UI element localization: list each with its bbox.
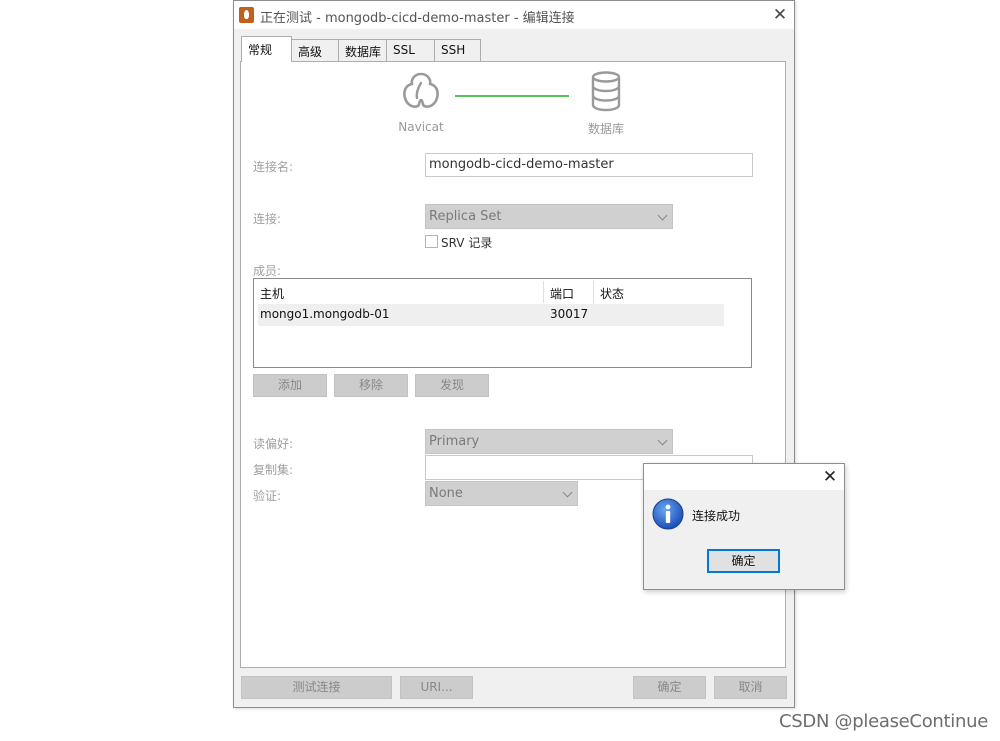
srv-record-checkbox[interactable] xyxy=(425,235,438,248)
close-icon[interactable]: ✕ xyxy=(769,4,791,26)
authentication-label: 验证: xyxy=(253,489,282,503)
column-header-host[interactable]: 主机 xyxy=(254,281,542,303)
window-title: 正在测试 - mongodb-cicd-demo-master - 编辑连接 xyxy=(260,11,575,26)
read-preference-select[interactable]: Primary xyxy=(425,429,673,454)
tab-ssh[interactable]: SSH xyxy=(434,39,481,61)
edit-connection-window: 正在测试 - mongodb-cicd-demo-master - 编辑连接 ✕… xyxy=(233,0,795,708)
ok-button[interactable]: 确定 xyxy=(633,676,706,699)
dialog-message: 连接成功 xyxy=(692,509,741,523)
chevron-down-icon xyxy=(657,210,668,221)
chevron-down-icon xyxy=(562,487,573,498)
connection-name-input[interactable]: mongodb-cicd-demo-master xyxy=(425,153,753,177)
connection-type-value: Replica Set xyxy=(429,209,502,224)
column-header-port[interactable]: 端口 xyxy=(544,281,592,303)
database-label: 数据库 xyxy=(587,122,624,136)
members-label: 成员: xyxy=(253,264,282,278)
watermark: CSDN @pleaseContinue xyxy=(779,711,988,732)
read-preference-value: Primary xyxy=(429,434,480,449)
dialog-ok-button[interactable]: 确定 xyxy=(707,549,780,573)
read-preference-label: 读偏好: xyxy=(253,437,294,451)
connection-type-select[interactable]: Replica Set xyxy=(425,204,673,229)
discover-members-button[interactable]: 发现 xyxy=(415,374,489,397)
member-host-cell: mongo1.mongodb-01 xyxy=(260,307,390,321)
authentication-select[interactable]: None xyxy=(425,481,578,506)
column-header-status[interactable]: 状态 xyxy=(594,281,722,303)
connection-status-line xyxy=(455,95,569,97)
replica-set-label: 复制集: xyxy=(253,463,294,477)
tab-advanced[interactable]: 高级 xyxy=(291,39,339,61)
member-port-cell: 30017 xyxy=(550,307,589,321)
srv-record-label: SRV 记录 xyxy=(441,236,493,250)
test-connection-button[interactable]: 测试连接 xyxy=(241,676,392,699)
cancel-button[interactable]: 取消 xyxy=(714,676,787,699)
info-icon xyxy=(652,498,684,530)
navicat-label: Navicat xyxy=(398,120,444,134)
tab-ssl[interactable]: SSL xyxy=(386,39,435,61)
dialog-title-bar: ✕ xyxy=(644,464,844,490)
chevron-down-icon xyxy=(657,435,668,446)
members-table: 主机 端口 状态 mongo1.mongodb-01 30017 xyxy=(253,278,752,368)
tab-database[interactable]: 数据库 xyxy=(338,39,387,61)
tab-general[interactable]: 常规 xyxy=(241,36,292,62)
navicat-logo-icon xyxy=(403,72,439,108)
uri-button[interactable]: URI... xyxy=(400,676,473,699)
connection-name-label: 连接名: xyxy=(253,160,294,174)
authentication-value: None xyxy=(429,486,463,501)
navicat-app-icon xyxy=(239,7,254,23)
connection-type-label: 连接: xyxy=(253,212,282,226)
add-member-button[interactable]: 添加 xyxy=(253,374,327,397)
database-icon xyxy=(591,71,621,112)
close-icon[interactable]: ✕ xyxy=(819,466,841,488)
connection-success-dialog: ✕ 连接成功 确定 xyxy=(643,463,845,590)
remove-member-button[interactable]: 移除 xyxy=(334,374,408,397)
title-bar: 正在测试 - mongodb-cicd-demo-master - 编辑连接 ✕ xyxy=(234,1,794,29)
